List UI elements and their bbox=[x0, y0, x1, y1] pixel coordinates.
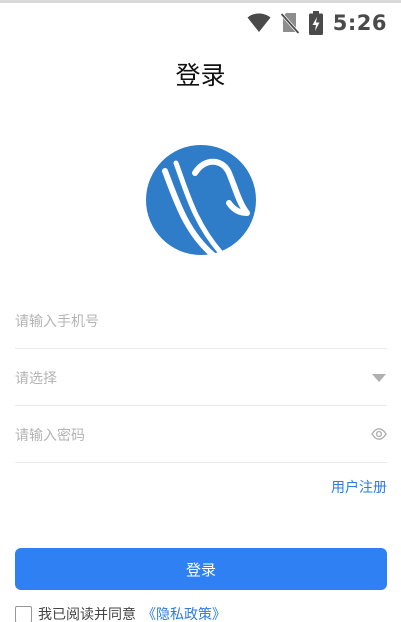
select-field[interactable]: 请选择 bbox=[15, 350, 387, 406]
register-link[interactable]: 用户注册 bbox=[331, 477, 387, 497]
eye-icon[interactable] bbox=[371, 425, 387, 444]
wifi-icon bbox=[247, 13, 271, 33]
page-title: 登录 bbox=[175, 61, 226, 90]
password-input[interactable]: 请输入密码 bbox=[15, 425, 85, 445]
agreement-row: 我已阅读并同意 《隐私政策》 bbox=[15, 604, 226, 622]
phone-field[interactable]: 请输入手机号 bbox=[15, 293, 387, 349]
status-bar: 5:26 bbox=[247, 8, 387, 38]
agree-checkbox[interactable] bbox=[15, 605, 32, 622]
agree-text: 我已阅读并同意 bbox=[38, 607, 136, 622]
no-sim-icon bbox=[280, 12, 299, 34]
login-screen: 5:26 登录 请输入手机号 请选择 请输入密码 用户注册 登录 我已阅读并同意… bbox=[0, 0, 401, 622]
chevron-down-icon[interactable] bbox=[372, 373, 386, 382]
battery-charging-icon bbox=[308, 11, 323, 35]
phone-input[interactable]: 请输入手机号 bbox=[15, 311, 99, 331]
login-button[interactable]: 登录 bbox=[15, 548, 387, 590]
app-logo bbox=[143, 143, 259, 258]
status-time: 5:26 bbox=[332, 11, 387, 35]
privacy-policy-link[interactable]: 《隐私政策》 bbox=[142, 604, 226, 622]
top-divider bbox=[0, 0, 401, 3]
select-value[interactable]: 请选择 bbox=[15, 368, 57, 388]
password-field[interactable]: 请输入密码 bbox=[15, 407, 387, 463]
